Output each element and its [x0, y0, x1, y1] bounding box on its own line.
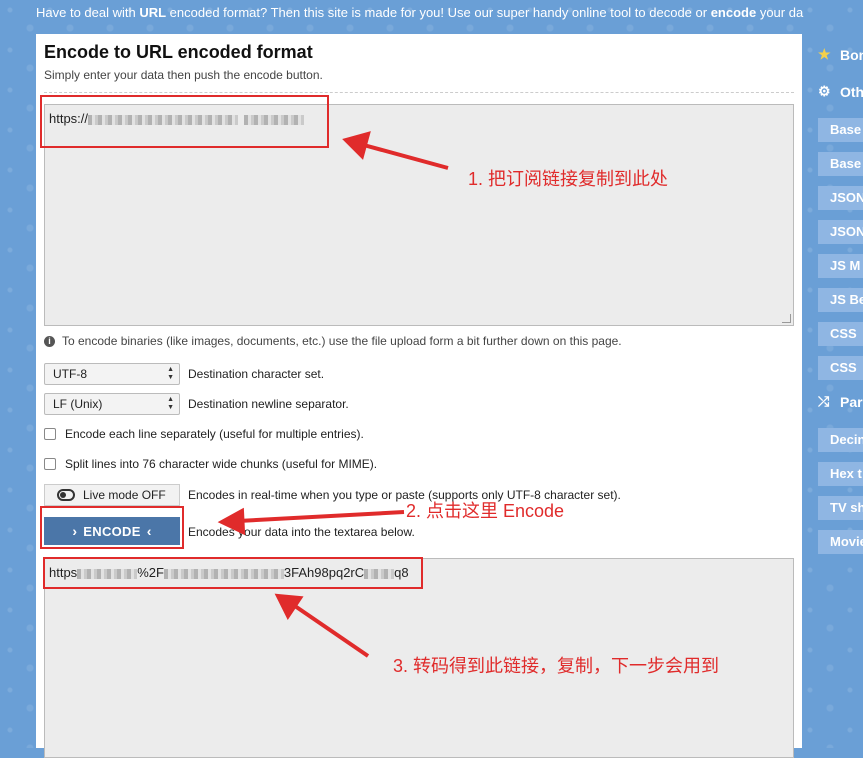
charset-select[interactable]: UTF-8 ▲ ▼: [44, 363, 180, 385]
sidebar-item[interactable]: Base: [818, 152, 863, 176]
charset-label: Destination character set.: [188, 367, 325, 381]
annotation-box-encode: [40, 506, 184, 549]
sidebar-other-heading: ⚙ Oth: [818, 83, 863, 100]
encode-description: Encodes your data into the textarea belo…: [188, 525, 415, 539]
banner-url: URL: [139, 5, 167, 20]
top-banner: Have to deal with URL encoded format? Th…: [0, 0, 863, 28]
annotation-box-input: [40, 95, 329, 148]
annotation-step3: 3. 转码得到此链接，复制，下一步会用到: [393, 656, 720, 676]
live-mode-button[interactable]: Live mode OFF: [44, 484, 180, 506]
sidebar-item[interactable]: Hex t: [818, 462, 863, 486]
split-lines-label: Split lines into 76 character wide chunk…: [65, 457, 378, 471]
divider: [44, 92, 794, 93]
annotation-step1: 1. 把订阅链接复制到此处: [468, 169, 669, 189]
charset-value: UTF-8: [53, 367, 87, 381]
each-line-checkbox[interactable]: [44, 428, 56, 440]
newline-select[interactable]: LF (Unix) ▲ ▼: [44, 393, 180, 415]
annotation-step2: 2. 点击这里 Encode: [406, 501, 565, 521]
newline-value: LF (Unix): [53, 397, 103, 411]
info-icon: i: [44, 335, 55, 347]
banner-text-middle: encoded format? Then this site is made f…: [166, 5, 711, 20]
sidebar-item[interactable]: CSS: [818, 322, 863, 346]
sidebar-item[interactable]: JSON: [818, 220, 863, 244]
sidebar-item[interactable]: JS M: [818, 254, 863, 278]
sidebar-item[interactable]: Decin: [818, 428, 863, 452]
sidebar-item[interactable]: TV sh: [818, 496, 863, 520]
star-icon: ★: [818, 46, 831, 62]
sidebar-item[interactable]: Movie: [818, 530, 863, 554]
sidebar-parsers-label: Par: [840, 393, 863, 410]
gear-icon: ⚙: [818, 83, 831, 99]
resize-handle[interactable]: [782, 314, 791, 323]
page-subtitle: Simply enter your data then push the enc…: [44, 68, 323, 82]
sidebar-parsers-heading: ⤮ Par: [818, 393, 863, 410]
sidebar-item[interactable]: JS Be: [818, 288, 863, 312]
select-arrows-icon: ▲ ▼: [167, 366, 174, 381]
banner-encode: encode: [710, 5, 757, 20]
info-row: i To encode binaries (like images, docum…: [44, 334, 622, 348]
banner-text: Have to deal with: [36, 5, 140, 20]
sidebar-bookmark-label: Bon: [840, 46, 863, 63]
sidebar-bookmark[interactable]: ★ Bon: [818, 46, 863, 63]
sidebar: ★ Bon ⚙ Oth Base Base JSON JSON JS M JS …: [810, 34, 863, 748]
banner-text-suffix: your da: [756, 5, 804, 20]
page-title: Encode to URL encoded format: [44, 42, 313, 62]
info-text: To encode binaries (like images, documen…: [62, 334, 622, 348]
toggle-icon: [57, 489, 75, 501]
live-mode-label: Live mode OFF: [83, 488, 166, 502]
annotation-box-output: [43, 557, 423, 589]
each-line-label: Encode each line separately (useful for …: [65, 427, 364, 441]
split-lines-option: Split lines into 76 character wide chunk…: [44, 457, 377, 471]
sidebar-item[interactable]: CSS: [818, 356, 863, 380]
shuffle-icon: ⤮: [818, 393, 830, 409]
split-lines-checkbox[interactable]: [44, 458, 56, 470]
select-arrows-icon: ▲ ▼: [167, 396, 174, 411]
each-line-option: Encode each line separately (useful for …: [44, 427, 364, 441]
sidebar-item[interactable]: JSON: [818, 186, 863, 210]
sidebar-item[interactable]: Base: [818, 118, 863, 142]
newline-label: Destination newline separator.: [188, 397, 349, 411]
sidebar-other-label: Oth: [840, 83, 863, 100]
